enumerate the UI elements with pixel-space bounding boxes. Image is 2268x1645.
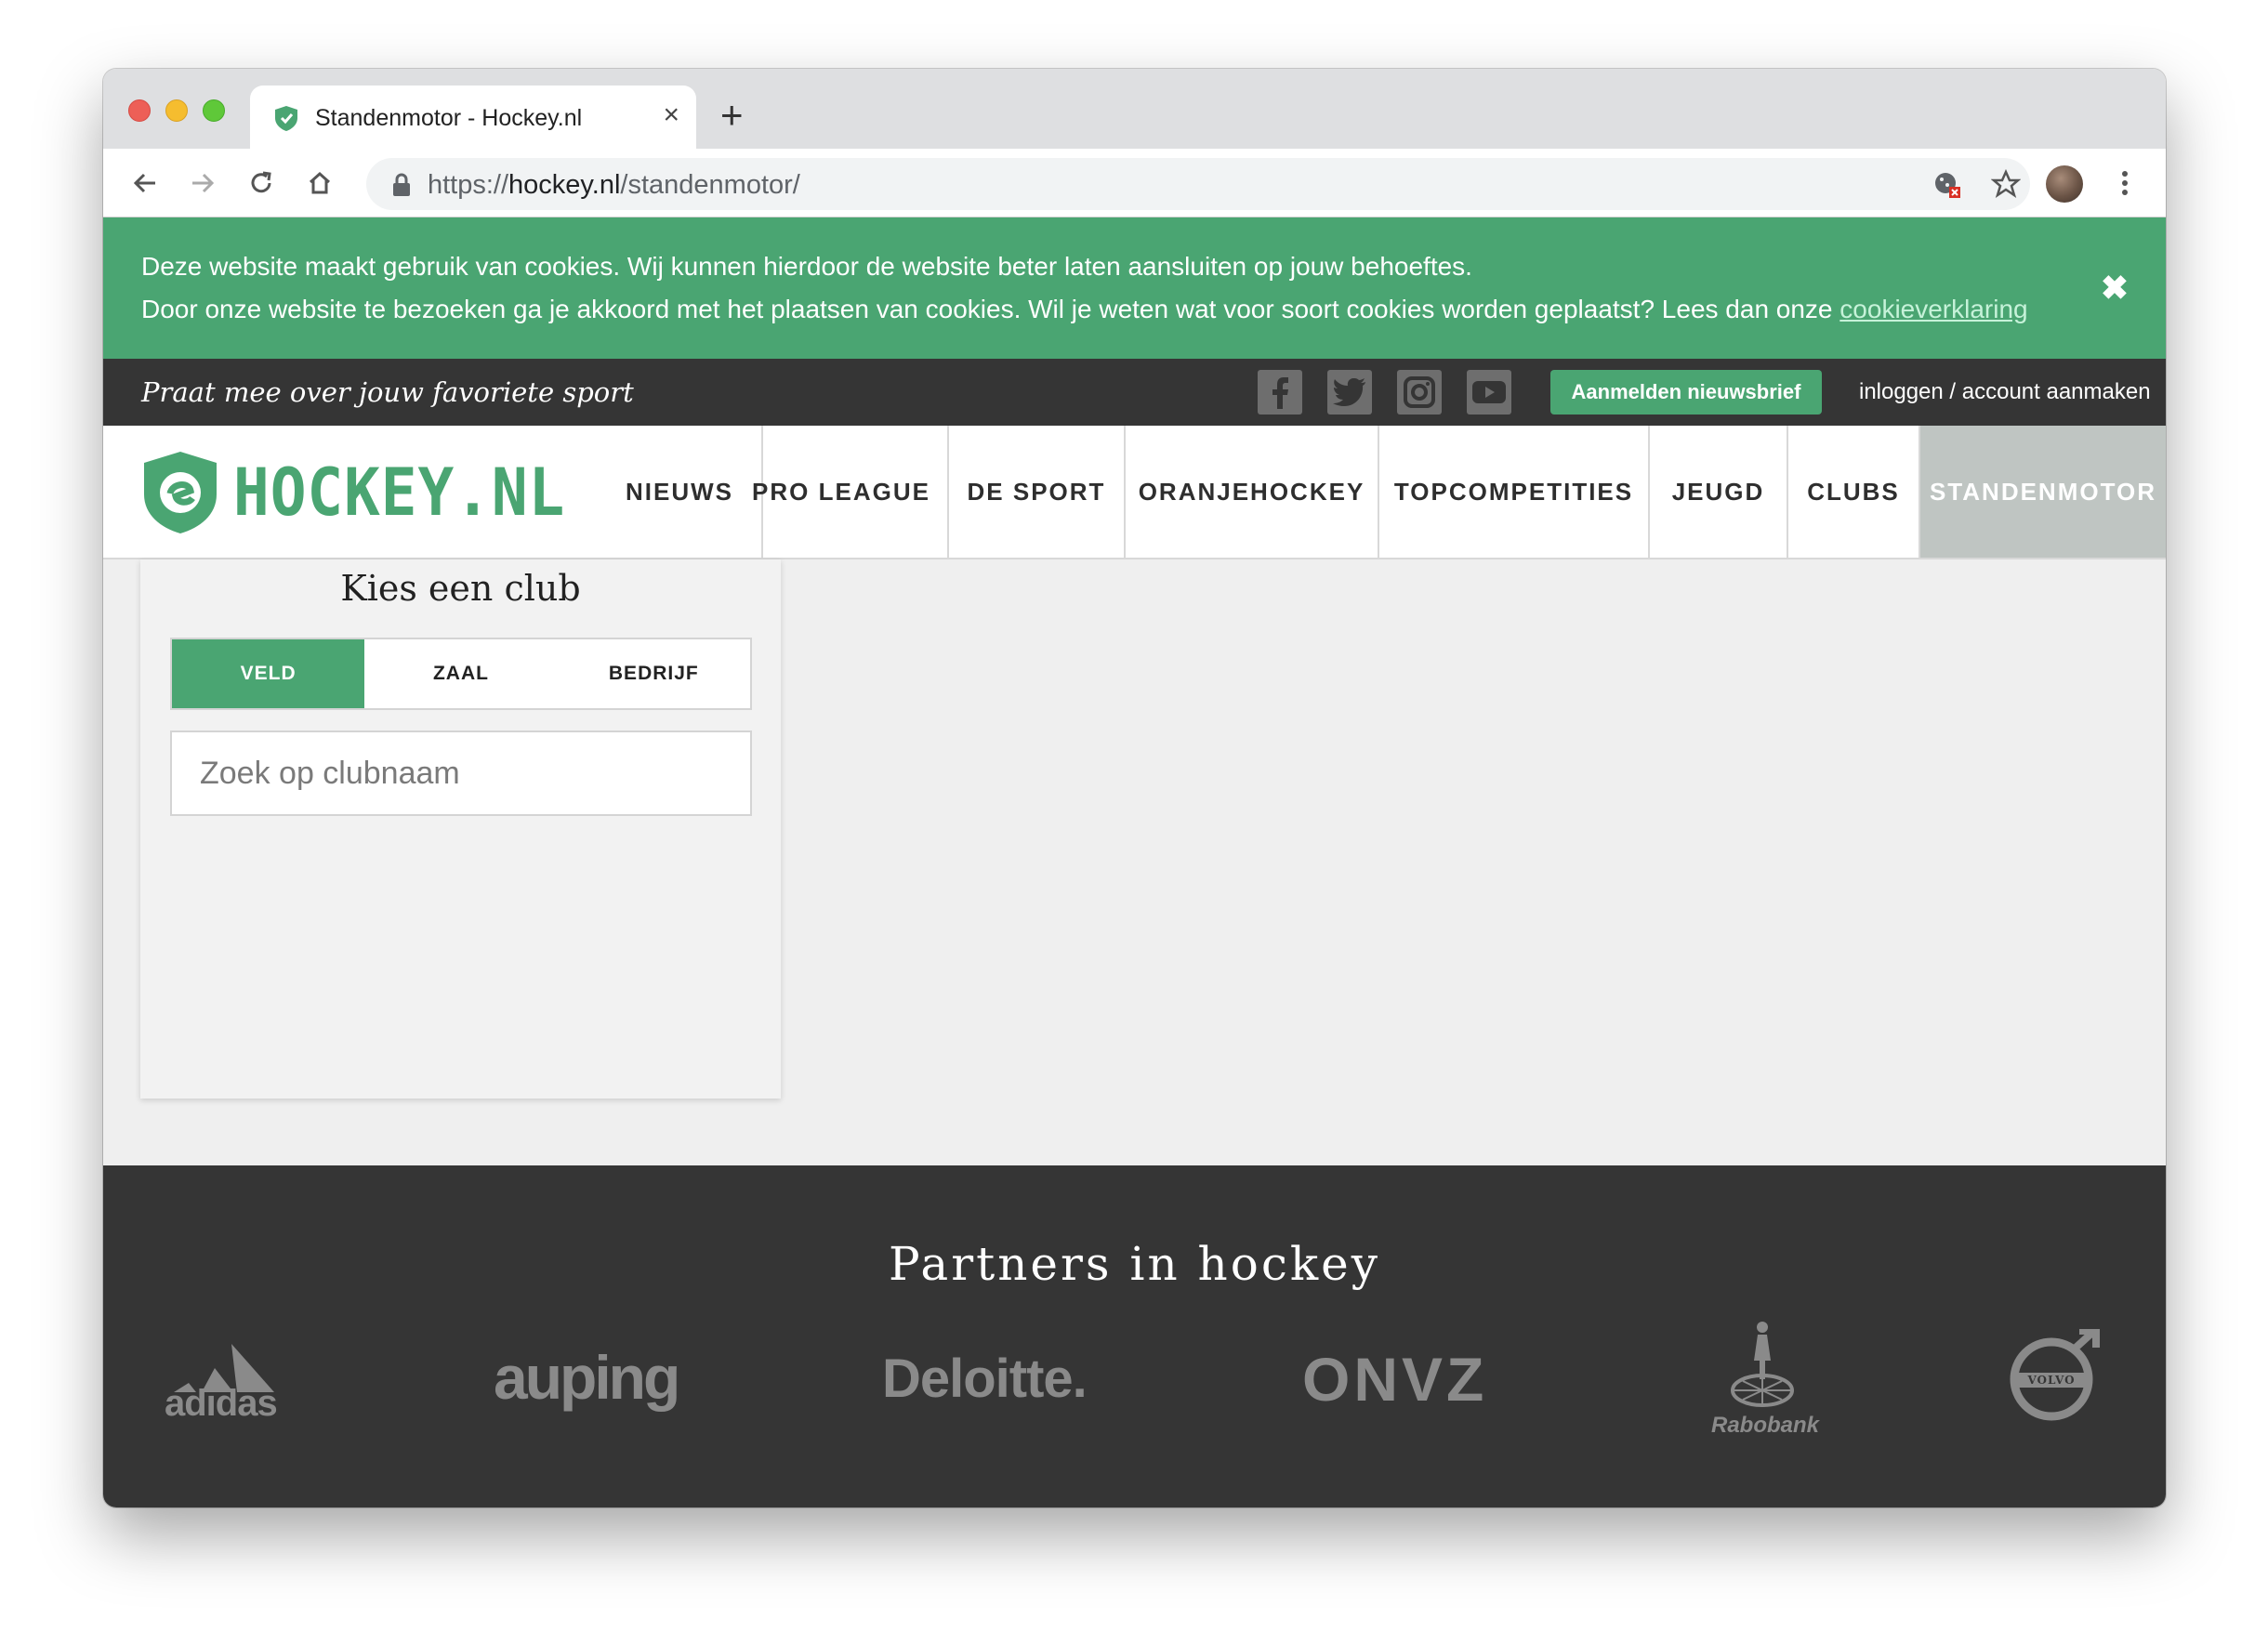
cookie-text-line-2: Door onze website te bezoeken ga je akko… [141, 295, 2028, 323]
profile-avatar[interactable] [2046, 165, 2083, 203]
reload-icon[interactable] [244, 165, 279, 201]
new-tab-icon[interactable]: + [720, 96, 744, 135]
partner-volvo-text: VOLVO [2027, 1374, 2076, 1387]
login-link[interactable]: inloggen / account aanmaken [1859, 375, 2151, 409]
tab-close-icon[interactable]: × [663, 101, 679, 129]
twitter-icon[interactable] [1327, 370, 1372, 415]
bookmark-star-icon[interactable] [1991, 169, 2021, 199]
partner-auping-logo[interactable]: auping [494, 1342, 680, 1413]
rabobank-figure-icon [1731, 1322, 1794, 1407]
url-text: https://hockey.nl/standenmotor/ [428, 170, 800, 200]
club-search-box [170, 730, 752, 816]
site-logo-text[interactable]: HOCKEY.NL [233, 455, 565, 530]
back-icon[interactable] [127, 165, 163, 201]
menu-kebab-icon[interactable] [2107, 165, 2143, 201]
partner-onvz-logo[interactable]: ONVZ [1302, 1344, 1487, 1415]
home-icon[interactable] [302, 165, 337, 201]
nav-item-oranjehockey[interactable]: ORANJEHOCKEY [1126, 426, 1379, 558]
forward-icon[interactable] [185, 165, 220, 201]
club-search-input[interactable] [172, 732, 750, 814]
cookie-close-icon[interactable]: ✖ [2101, 271, 2129, 305]
main-navigation: HOCKEY.NL NIEUWS PRO LEAGUE DE SPORT ORA… [103, 426, 2166, 559]
nav-item-pro-league[interactable]: PRO LEAGUE [735, 426, 949, 558]
site-slogan: Praat mee over jouw favoriete sport [141, 376, 634, 408]
cookie-blocked-icon[interactable] [1932, 170, 1962, 200]
youtube-icon[interactable] [1467, 370, 1511, 415]
nav-item-standenmotor[interactable]: STANDENMOTOR [1920, 426, 2166, 558]
partner-adidas-logo[interactable]: adidas [165, 1340, 285, 1424]
browser-tab[interactable]: Standenmotor - Hockey.nl × [250, 86, 696, 149]
club-picker-panel: Kies een club VELD ZAAL BEDRIJF [140, 559, 781, 1099]
tab-title: Standenmotor - Hockey.nl [315, 105, 583, 131]
hockey-logo-icon[interactable] [140, 450, 220, 535]
partners-title: Partners in hockey [889, 1237, 1380, 1291]
nav-item-jeugd[interactable]: JEUGD [1650, 426, 1788, 558]
partner-volvo-logo[interactable]: VOLVO [2009, 1329, 2102, 1422]
club-type-tabs: VELD ZAAL BEDRIJF [170, 638, 752, 710]
hockey-favicon-icon [275, 106, 297, 131]
top-bar: Praat mee over jouw favoriete sport Aanm… [103, 359, 2166, 426]
facebook-icon[interactable] [1258, 370, 1302, 415]
tab-zaal[interactable]: ZAAL [364, 639, 557, 708]
cookie-text-line-1: Deze website maakt gebruik van cookies. … [141, 252, 1472, 281]
browser-window: Standenmotor - Hockey.nl × + https://hoc… [103, 69, 2166, 1507]
minimize-window-button[interactable] [165, 99, 188, 122]
cookie-banner: Deze website maakt gebruik van cookies. … [103, 217, 2166, 359]
main-content: Kies een club VELD ZAAL BEDRIJF [103, 559, 2166, 1165]
tab-bedrijf[interactable]: BEDRIJF [558, 639, 750, 708]
newsletter-signup-button[interactable]: Aanmelden nieuwsbrief [1550, 370, 1822, 415]
partners-footer: Partners in hockey adidas auping Deloitt… [103, 1165, 2166, 1507]
partner-rabobank-logo[interactable]: Rabobank [1711, 1318, 1819, 1439]
instagram-icon[interactable] [1397, 370, 1442, 415]
browser-toolbar: https://hockey.nl/standenmotor/ [103, 149, 2166, 217]
nav-item-topcompetities[interactable]: TOPCOMPETITIES [1379, 426, 1650, 558]
lock-icon [393, 173, 410, 196]
nav-item-clubs[interactable]: CLUBS [1788, 426, 1920, 558]
maximize-window-button[interactable] [203, 99, 225, 122]
club-picker-title: Kies een club [340, 568, 581, 609]
tab-veld[interactable]: VELD [172, 639, 365, 708]
address-bar[interactable]: https://hockey.nl/standenmotor/ [366, 158, 2030, 210]
nav-item-de-sport[interactable]: DE SPORT [949, 426, 1126, 558]
close-window-button[interactable] [128, 99, 151, 122]
title-bar: Standenmotor - Hockey.nl × + [103, 69, 2166, 149]
partner-deloitte-logo[interactable]: Deloitte. [882, 1348, 1088, 1410]
partner-adidas-text: adidas [165, 1383, 278, 1424]
cookie-policy-link[interactable]: cookieverklaring [1839, 295, 2027, 323]
partner-rabobank-text: Rabobank [1711, 1413, 1820, 1438]
